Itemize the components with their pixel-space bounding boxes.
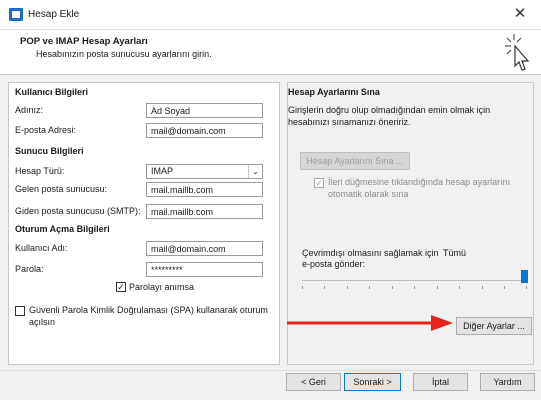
chevron-down-icon[interactable]: ⌄ bbox=[248, 165, 262, 178]
header-title: POP ve IMAP Hesap Ayarları bbox=[20, 36, 148, 47]
outlook-app-icon bbox=[9, 8, 23, 21]
name-label: Adınız: bbox=[15, 105, 44, 115]
auto-test-checkbox[interactable]: ✓ bbox=[314, 178, 324, 188]
account-type-select[interactable]: IMAP ⌄ bbox=[146, 164, 263, 179]
test-description-line2: hesabınızı sınamanızı öneririz. bbox=[288, 117, 411, 127]
username-label: Kullanıcı Adı: bbox=[15, 243, 68, 253]
next-button[interactable]: Sonraki > bbox=[344, 373, 401, 391]
password-field[interactable] bbox=[146, 262, 263, 277]
outgoing-server-label: Giden posta sunucusu (SMTP): bbox=[15, 206, 141, 216]
wand-cursor-icon bbox=[505, 34, 530, 71]
offline-slider-track[interactable] bbox=[302, 280, 527, 281]
window-title: Hesap Ekle bbox=[28, 9, 80, 20]
name-field[interactable] bbox=[146, 103, 263, 118]
auto-test-label-line1: İleri düğmesine tıklandığında hesap ayar… bbox=[328, 177, 511, 187]
test-description-line1: Girişlerin doğru olup olmadığından emin … bbox=[288, 105, 491, 115]
header-subtitle: Hesabınızın posta sunucusu ayarlarını gi… bbox=[36, 49, 212, 59]
email-field[interactable] bbox=[146, 123, 263, 138]
remember-password-label: Parolayı anımsa bbox=[129, 282, 195, 292]
offline-value-label: Tümü bbox=[443, 248, 467, 258]
offline-slider-ticks bbox=[302, 286, 527, 289]
offline-label-line2: e-posta gönder: bbox=[302, 259, 366, 269]
incoming-server-field[interactable] bbox=[146, 182, 263, 197]
spa-label-line2: açılsın bbox=[29, 317, 56, 327]
email-label: E-posta Adresi: bbox=[15, 125, 77, 135]
help-button[interactable]: Yardım bbox=[480, 373, 535, 391]
username-field[interactable] bbox=[146, 241, 263, 256]
user-info-title: Kullanıcı Bilgileri bbox=[15, 87, 89, 97]
more-settings-button[interactable]: Diğer Ayarlar ... bbox=[456, 317, 532, 335]
password-label: Parola: bbox=[15, 264, 44, 274]
red-arrow-annotation bbox=[287, 315, 453, 331]
offline-slider-thumb[interactable] bbox=[521, 270, 528, 283]
spa-checkbox[interactable] bbox=[15, 306, 25, 316]
remember-password-checkbox[interactable]: ✓ bbox=[116, 282, 126, 292]
server-info-title: Sunucu Bilgileri bbox=[15, 146, 84, 156]
offline-label-line1: Çevrimdışı olmasını sağlamak için bbox=[302, 248, 439, 258]
left-settings-panel: Kullanıcı Bilgileri Adınız: E-posta Adre… bbox=[8, 82, 280, 365]
account-type-value: IMAP bbox=[151, 166, 174, 176]
outgoing-server-field[interactable] bbox=[146, 204, 263, 219]
test-settings-title: Hesap Ayarlarını Sına bbox=[288, 87, 380, 97]
spa-label-line1: Güvenli Parola Kimlik Doğrulaması (SPA) … bbox=[29, 305, 268, 315]
title-bar: Hesap Ekle ✕ bbox=[0, 0, 541, 30]
auto-test-label-line2: otomatik olarak sına bbox=[328, 189, 409, 199]
login-info-title: Oturum Açma Bilgileri bbox=[15, 224, 110, 234]
dialog-header: POP ve IMAP Hesap Ayarları Hesabınızın p… bbox=[0, 30, 541, 75]
test-account-settings-button[interactable]: Hesap Ayarlarını Sına ... bbox=[300, 152, 410, 170]
cancel-button[interactable]: İptal bbox=[413, 373, 468, 391]
account-type-label: Hesap Türü: bbox=[15, 166, 65, 176]
incoming-server-label: Gelen posta sunucusu: bbox=[15, 184, 108, 194]
back-button[interactable]: < Geri bbox=[286, 373, 341, 391]
close-icon[interactable]: ✕ bbox=[509, 4, 531, 24]
